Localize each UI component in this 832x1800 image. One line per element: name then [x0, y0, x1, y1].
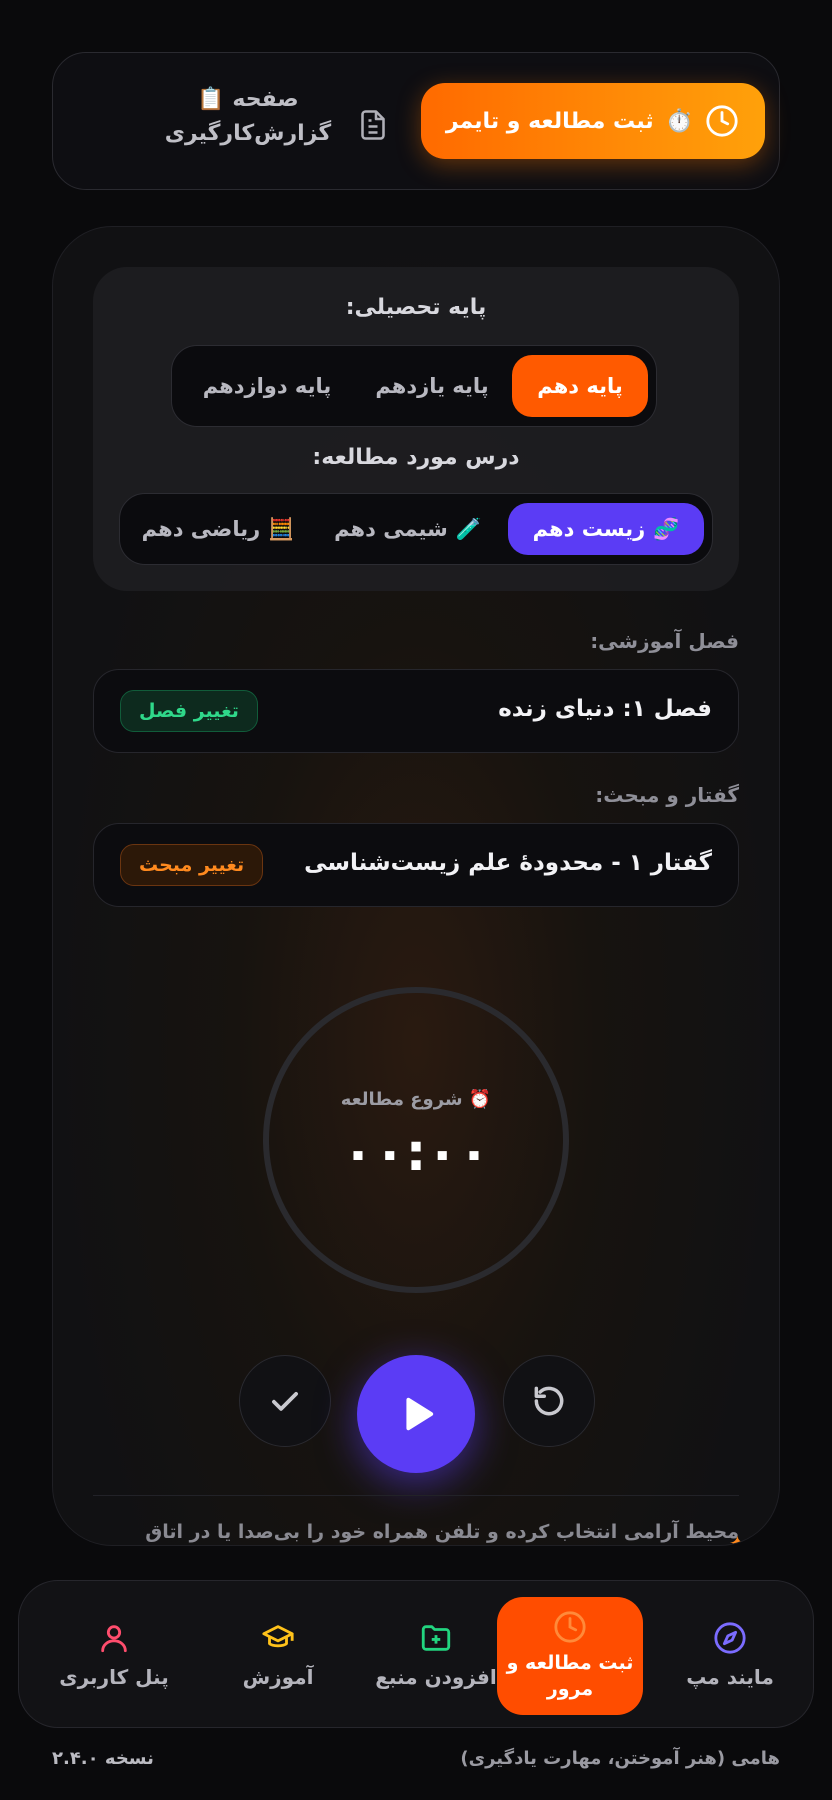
alarm-clock-icon: ⏰: [468, 1089, 492, 1110]
folder-plus-icon: [421, 1625, 451, 1651]
report-link-line1: صفحه: [232, 87, 299, 112]
timer-display: ۰۰:۰۰: [342, 1123, 490, 1183]
play-button[interactable]: [357, 1355, 475, 1473]
grade-title: پایه تحصیلی:: [345, 295, 487, 320]
test-tube-icon: 🧪: [455, 516, 482, 541]
subject-option-biology[interactable]: 🧬 زیست دهم: [508, 503, 704, 555]
grade-segmented-control: پایه دهم پایه یازدهم پایه دوازدهم: [171, 345, 657, 427]
grade-option-12[interactable]: پایه دوازدهم: [182, 355, 352, 417]
study-timer-button[interactable]: ⏱️ ثبت مطالعه و تایمر: [421, 83, 765, 159]
grade-option-11[interactable]: پایه یازدهم: [352, 355, 512, 417]
subject-option-math-label: ریاضی دهم: [141, 517, 261, 541]
topic-label: گفتار و مبحث:: [595, 783, 739, 807]
subject-option-chemistry-label: شیمی دهم: [334, 517, 448, 541]
nav-user-panel[interactable]: پنل کاربری: [39, 1581, 189, 1729]
clipboard-icon: 📋: [197, 87, 225, 112]
tip-divider: [93, 1495, 739, 1496]
study-session-card: پایه تحصیلی: پایه دهم پایه یازدهم پایه د…: [52, 226, 780, 1546]
report-page-link[interactable]: صفحه 📋 گزارش‌کارگیری: [153, 83, 343, 151]
nav-user-panel-label: پنل کاربری: [59, 1665, 169, 1689]
timer-status-label: شروع مطالعه: [340, 1089, 463, 1110]
nav-add-source-label: افزودن منبع: [375, 1665, 497, 1689]
finish-button[interactable]: [239, 1355, 331, 1447]
nav-study-review-label: ثبت مطالعه و مرور: [506, 1652, 634, 1700]
stopwatch-icon: ⏱️: [665, 108, 693, 134]
grade-option-10[interactable]: پایه دهم: [512, 355, 648, 417]
change-chapter-button[interactable]: تغییر فصل: [120, 690, 258, 732]
timer-status: ⏰ شروع مطالعه: [269, 1089, 563, 1110]
nav-education[interactable]: آموزش: [203, 1581, 353, 1729]
nav-study-review[interactable]: ثبت مطالعه و مرور: [497, 1597, 643, 1715]
app-tagline: هامی (هنر آموختن، مهارت یادگیری): [460, 1748, 780, 1769]
chapter-label: فصل آموزشی:: [590, 629, 739, 653]
reset-icon: [534, 1386, 564, 1416]
sparkle-icon: ✦: [729, 1531, 746, 1546]
user-icon: [101, 1625, 127, 1653]
subject-title: درس مورد مطالعه:: [312, 445, 520, 470]
subject-option-math[interactable]: 🧮 ریاضی دهم: [128, 503, 308, 555]
report-link-line2: گزارش‌کارگیری: [164, 121, 332, 146]
topic-field: گفتار ۱ - محدودهٔ علم زیست‌شناسی تغییر م…: [93, 823, 739, 907]
bottom-navigation: پنل کاربری آموزش افزودن منبع ثبت مطالعه …: [18, 1580, 814, 1728]
nav-education-label: آموزش: [242, 1665, 314, 1689]
subject-segmented-control: 🧬 زیست دهم 🧪 شیمی دهم 🧮 ریاضی دهم: [119, 493, 713, 565]
nav-add-source[interactable]: افزودن منبع: [361, 1581, 511, 1729]
version-label: نسخه ۲.۴.۰: [52, 1748, 154, 1769]
top-action-card: ⏱️ ثبت مطالعه و تایمر صفحه 📋 گزارش‌کارگی…: [52, 52, 780, 190]
dna-icon: 🧬: [653, 516, 680, 541]
compass-icon: [714, 1622, 746, 1654]
subject-option-biology-label: زیست دهم: [532, 517, 646, 541]
study-timer-label: ثبت مطالعه و تایمر: [445, 108, 654, 134]
change-topic-button[interactable]: تغییر مبحث: [120, 844, 264, 886]
graduation-cap-icon: [262, 1625, 294, 1648]
play-icon: [406, 1397, 434, 1431]
subject-option-chemistry[interactable]: 🧪 شیمی دهم: [308, 503, 508, 555]
clock-icon: [554, 1611, 586, 1643]
topic-value: گفتار ۱ - محدودهٔ علم زیست‌شناسی: [304, 850, 712, 876]
abacus-icon: 🧮: [268, 516, 295, 541]
clock-icon: [706, 105, 738, 137]
timer-ring: ⏰ شروع مطالعه ۰۰:۰۰: [263, 987, 569, 1293]
chapter-value: فصل ۱: دنیای زنده: [498, 696, 712, 722]
nav-mind-map[interactable]: مایند مپ: [655, 1581, 805, 1729]
reset-button[interactable]: [503, 1355, 595, 1447]
nav-mind-map-label: مایند مپ: [686, 1665, 774, 1689]
document-icon[interactable]: [355, 107, 391, 143]
selection-panel: پایه تحصیلی: پایه دهم پایه یازدهم پایه د…: [93, 267, 739, 591]
study-tip: محیط آرامی انتخاب کرده و تلفن همراه خود …: [145, 1521, 739, 1543]
chapter-field: فصل ۱: دنیای زنده تغییر فصل: [93, 669, 739, 753]
check-icon: [272, 1391, 298, 1411]
